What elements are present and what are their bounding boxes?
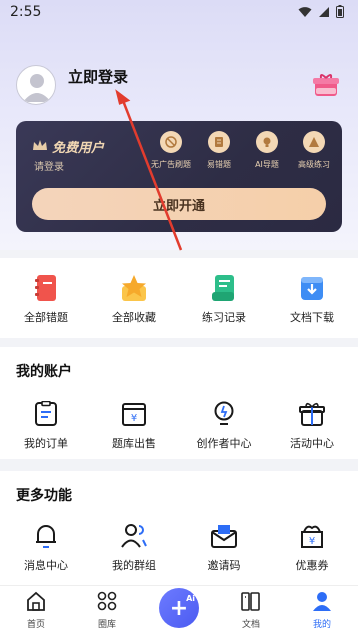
status-time: 2:55 [10, 4, 42, 20]
status-bar: 2:55 [0, 0, 358, 24]
coupon-icon: ¥ [301, 525, 323, 548]
document-download-label: 文档下载 [290, 311, 334, 324]
my-account-title: 我的账户 [16, 364, 72, 380]
all-wrong-questions[interactable]: 全部错题 [6, 273, 86, 325]
vip-subtitle: 请登录 [34, 162, 64, 173]
svg-text:¥: ¥ [131, 413, 137, 424]
invite-code-label: 邀请码 [207, 559, 241, 572]
user-icon [23, 74, 51, 102]
fab-ai-label: Ai [186, 594, 195, 603]
svg-text:¥: ¥ [309, 536, 315, 547]
crown-icon [33, 140, 47, 150]
message-center-label: 消息中心 [24, 559, 68, 572]
home-icon [27, 591, 45, 611]
wrong-book-icon [208, 131, 230, 153]
all-favorites[interactable]: 全部收藏 [94, 273, 174, 325]
activity-center-label: 活动中心 [290, 437, 334, 450]
order-icon [35, 401, 57, 426]
practice-records-label: 练习记录 [202, 311, 246, 324]
tab-mine-label: 我的 [312, 620, 331, 630]
coupons[interactable]: ¥ 优惠券 [272, 521, 352, 573]
ai-fab-button[interactable]: + Ai [159, 588, 199, 628]
perk-label: 无广告刷题 [151, 160, 191, 169]
my-groups-label: 我的群组 [112, 559, 156, 572]
document-icon [241, 592, 260, 611]
signal-icon [319, 6, 329, 17]
advanced-icon [303, 131, 325, 153]
battery-icon [336, 5, 344, 18]
tab-documents[interactable]: 文档 [226, 590, 276, 630]
my-account-section: 我的账户 我的订单 ¥ 题库出售 创作者中心 活动中心 [0, 347, 358, 459]
tab-home-label: 首页 [26, 620, 45, 630]
my-orders-label: 我的订单 [24, 437, 68, 450]
perk-ai[interactable]: AI导题 [242, 131, 292, 170]
my-groups[interactable]: 我的群组 [94, 521, 174, 573]
practice-records[interactable]: 练习记录 [184, 273, 264, 325]
more-features-title: 更多功能 [16, 488, 72, 504]
tab-bank[interactable]: 圈库 [82, 590, 132, 630]
tab-documents-label: 文档 [241, 620, 260, 630]
my-orders[interactable]: 我的订单 [6, 399, 86, 451]
shop-icon: ¥ [122, 403, 146, 426]
open-vip-button[interactable]: 立即开通 [32, 188, 326, 220]
perk-label: 高级练习 [298, 160, 330, 169]
download-icon [301, 277, 323, 300]
vip-card: 免费用户 请登录 无广告刷题 易错题 AI导题 高级练习 立即开通 [16, 121, 342, 232]
perk-advanced[interactable]: 高级练习 [289, 131, 339, 170]
avatar[interactable] [16, 65, 56, 105]
document-download[interactable]: 文档下载 [272, 273, 352, 325]
more-features-section: 更多功能 消息中心 我的群组 邀请码 ¥ 优惠券 [0, 471, 358, 585]
tab-bank-label: 圈库 [97, 620, 116, 630]
gift-icon[interactable] [312, 72, 340, 98]
group-icon [121, 524, 147, 548]
grid-icon [97, 591, 117, 611]
creator-center-label: 创作者中心 [196, 437, 252, 450]
creator-center[interactable]: 创作者中心 [184, 399, 264, 451]
wifi-icon [298, 6, 312, 17]
perk-no-ads[interactable]: 无广告刷题 [146, 131, 196, 170]
invite-code[interactable]: 邀请码 [184, 521, 264, 573]
question-bank-sale-label: 题库出售 [112, 437, 156, 450]
tab-home[interactable]: 首页 [11, 590, 61, 630]
gift-box-icon [299, 402, 325, 426]
login-link[interactable]: 立即登录 [68, 66, 128, 87]
perk-wrong-questions[interactable]: 易错题 [194, 131, 244, 170]
perk-label: 易错题 [207, 160, 231, 169]
coupons-label: 优惠券 [295, 559, 329, 572]
question-bank-sale[interactable]: ¥ 题库出售 [94, 399, 174, 451]
quick-actions: 全部错题 全部收藏 练习记录 文档下载 [0, 258, 358, 338]
record-icon [212, 275, 234, 301]
vip-title: 免费用户 [52, 141, 105, 156]
star-icon [122, 275, 146, 301]
envelope-icon [211, 525, 237, 548]
perk-label: AI导题 [255, 160, 279, 169]
tab-mine[interactable]: 我的 [297, 590, 347, 630]
all-favorites-label: 全部收藏 [112, 311, 156, 324]
message-center[interactable]: 消息中心 [6, 521, 86, 573]
ai-bulb-icon [256, 131, 278, 153]
bell-icon [36, 525, 56, 548]
no-ads-icon [160, 131, 182, 153]
all-wrong-questions-label: 全部错题 [24, 311, 68, 324]
person-icon [313, 592, 331, 611]
lightbulb-icon [214, 401, 234, 425]
notebook-icon [35, 275, 56, 301]
activity-center[interactable]: 活动中心 [272, 399, 352, 451]
